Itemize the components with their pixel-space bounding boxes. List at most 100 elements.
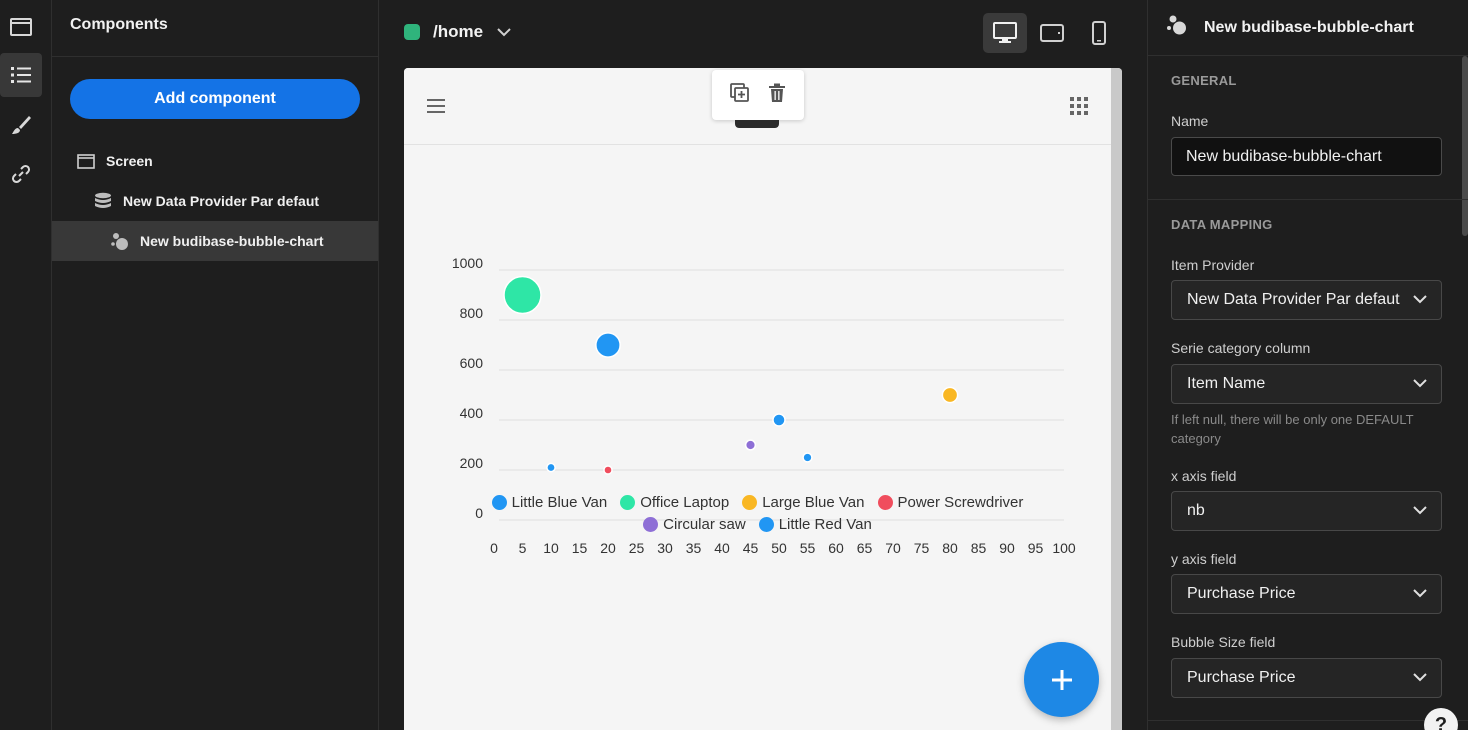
- hamburger-menu-icon[interactable]: [427, 98, 445, 119]
- tree-item-bubble-chart[interactable]: New budibase-bubble-chart: [52, 221, 378, 261]
- components-panel: Components Add component Screen New Data…: [52, 0, 379, 730]
- settings-title: New budibase-bubble-chart: [1204, 18, 1414, 36]
- x-tick-label: 0: [490, 540, 498, 556]
- tablet-view-button[interactable]: [1030, 13, 1074, 53]
- x-tick-label: 35: [686, 540, 702, 556]
- mobile-icon: [1092, 21, 1106, 45]
- bubble-point: [941, 386, 959, 404]
- chevron-down-icon: [1413, 585, 1427, 603]
- name-field[interactable]: [1171, 137, 1442, 176]
- bubble-size-select[interactable]: Purchase Price: [1171, 658, 1442, 698]
- x-tick-label: 50: [771, 540, 787, 556]
- y-axis-select[interactable]: Purchase Price: [1171, 574, 1442, 614]
- legend-item[interactable]: Little Red Van: [758, 516, 872, 533]
- select-value: Purchase Price: [1187, 585, 1296, 602]
- add-component-button[interactable]: Add component: [70, 79, 360, 119]
- x-axis-select[interactable]: nb: [1171, 491, 1442, 531]
- icon-rail: [0, 0, 52, 730]
- desktop-view-button[interactable]: [983, 13, 1027, 53]
- chevron-down-icon: [497, 22, 511, 42]
- apps-grid-icon[interactable]: [1069, 96, 1089, 121]
- tree-item-label: New budibase-bubble-chart: [140, 233, 324, 249]
- x-tick-label: 85: [971, 540, 987, 556]
- route-path: /home: [433, 22, 484, 41]
- chevron-down-icon: [1413, 291, 1427, 309]
- chevron-down-icon: [1413, 375, 1427, 393]
- x-tick-label: 60: [828, 540, 844, 556]
- x-tick-label: 45: [743, 540, 759, 556]
- x-tick-label: 70: [885, 540, 901, 556]
- legend-marker: [742, 495, 758, 510]
- y-tick-label: 400: [460, 405, 484, 421]
- section-data-mapping-label: DATA MAPPING: [1171, 217, 1273, 232]
- chart-legend: Little Blue Van Office Laptop Large Blue V…: [434, 494, 1081, 533]
- legend-label: Little Blue Van: [511, 494, 608, 511]
- legend-item[interactable]: Little Blue Van: [491, 494, 608, 511]
- component-toolbar: [712, 70, 804, 120]
- legend-item[interactable]: Circular saw: [643, 516, 746, 533]
- x-tick-label: 25: [629, 540, 645, 556]
- database-icon: [93, 191, 113, 211]
- bubble-point: [503, 275, 542, 315]
- link-icon: [11, 164, 31, 184]
- screens-nav-button[interactable]: [0, 5, 42, 49]
- tablet-icon: [1040, 24, 1064, 42]
- y-tick-label: 800: [460, 305, 484, 321]
- legend-label: Little Red Van: [778, 516, 872, 533]
- duplicate-icon[interactable]: [730, 82, 750, 108]
- screen-icon: [76, 151, 96, 171]
- x-tick-label: 10: [543, 540, 559, 556]
- preview-scrollbar[interactable]: [1111, 68, 1122, 730]
- app-preview: 0 200 400 600 800 1000 0 5 10 15 20 25 30 35 40 45 50 55 6…: [404, 68, 1122, 730]
- tree-item-data-provider[interactable]: New Data Provider Par defaut: [52, 181, 378, 221]
- divider: [1148, 720, 1468, 721]
- legend-item[interactable]: Power Screwdriver: [877, 494, 1023, 511]
- bubble-size-label: Bubble Size field: [1171, 634, 1276, 650]
- x-tick-label: 95: [1028, 540, 1044, 556]
- help-button[interactable]: ?: [1424, 708, 1458, 730]
- legend-marker: [758, 517, 774, 532]
- components-nav-button[interactable]: [0, 53, 42, 97]
- x-tick-label: 90: [999, 540, 1015, 556]
- legend-marker: [877, 495, 893, 510]
- plus-icon: [1051, 669, 1072, 690]
- x-tick-label: 5: [519, 540, 527, 556]
- select-value: nb: [1187, 502, 1205, 519]
- y-tick-label: 600: [460, 355, 484, 371]
- y-axis-label: y axis field: [1171, 551, 1237, 567]
- serie-category-select[interactable]: Item Name: [1171, 364, 1442, 404]
- y-tick-label: 1000: [452, 255, 483, 271]
- route-color-indicator: [404, 24, 420, 40]
- chevron-down-icon: [1413, 502, 1427, 520]
- bubble-chart-icon: [110, 231, 130, 251]
- desktop-icon: [993, 22, 1017, 43]
- budibase-builder: Components Add component Screen New Data…: [0, 0, 1468, 730]
- settings-header: New budibase-bubble-chart: [1148, 0, 1468, 56]
- divider: [52, 56, 378, 57]
- list-icon: [11, 67, 31, 83]
- legend-label: Office Laptop: [640, 494, 730, 511]
- trash-icon[interactable]: [768, 83, 786, 108]
- tree-item-screen[interactable]: Screen: [52, 141, 378, 181]
- mobile-view-button[interactable]: [1077, 13, 1121, 53]
- legend-item[interactable]: Office Laptop: [620, 494, 729, 511]
- select-value: New Data Provider Par defaut: [1187, 291, 1400, 308]
- x-axis-label: x axis field: [1171, 468, 1237, 484]
- settings-scrollbar[interactable]: [1462, 56, 1468, 236]
- design-nav-button[interactable]: [0, 103, 42, 147]
- serie-category-helper: If left null, there will be only one DEF…: [1171, 412, 1414, 446]
- x-tick-label: 55: [800, 540, 816, 556]
- legend-item[interactable]: Large Blue Van: [742, 494, 865, 511]
- legend-marker: [491, 495, 507, 510]
- select-value: Item Name: [1187, 375, 1266, 392]
- x-tick-label: 75: [914, 540, 930, 556]
- add-floating-button[interactable]: [1024, 642, 1099, 717]
- legend-marker: [620, 495, 636, 510]
- chevron-down-icon: [1413, 669, 1427, 687]
- links-nav-button[interactable]: [0, 152, 42, 196]
- x-tick-label: 100: [1052, 540, 1076, 556]
- item-provider-select[interactable]: New Data Provider Par defaut: [1171, 280, 1442, 320]
- route-selector[interactable]: /home: [404, 22, 511, 42]
- select-value: Purchase Price: [1187, 669, 1296, 686]
- bubble-point: [744, 439, 757, 451]
